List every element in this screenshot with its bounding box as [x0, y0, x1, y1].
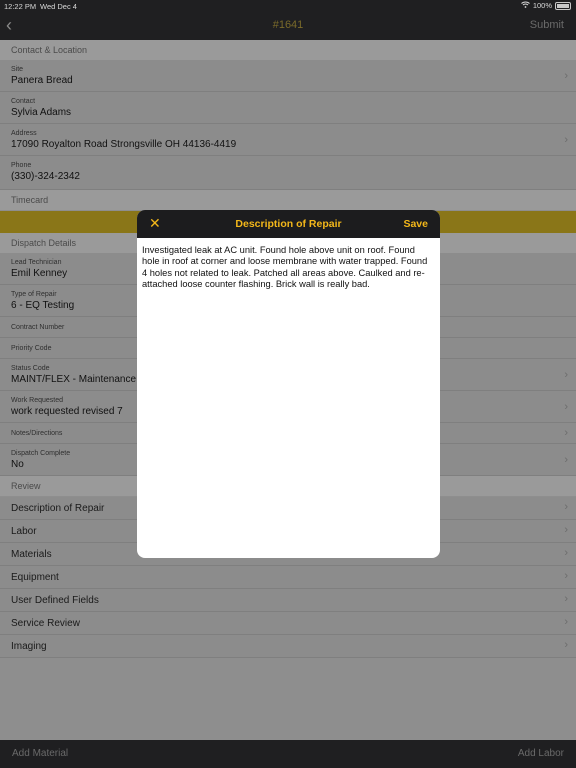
- status-code-value: MAINT/FLEX - Maintenance: [11, 374, 137, 385]
- work-requested-label: Work Requested: [11, 397, 64, 404]
- review-item-label: Service Review: [11, 618, 80, 629]
- section-timecard: Timecard: [0, 190, 576, 210]
- add-labor-button[interactable]: Add Labor: [518, 748, 564, 759]
- dispatch-complete-label: Dispatch Complete: [11, 450, 71, 457]
- review-item-label: User Defined Fields: [11, 595, 99, 606]
- chevron-right-icon: ›: [564, 639, 568, 651]
- row-contact[interactable]: Contact Sylvia Adams: [0, 92, 576, 124]
- contact-label: Contact: [11, 98, 36, 105]
- chevron-right-icon: ›: [564, 454, 568, 466]
- section-title: Timecard: [11, 195, 49, 205]
- review-item-imaging[interactable]: Imaging ›: [0, 635, 576, 658]
- page-title: #1641: [272, 19, 304, 31]
- chevron-right-icon: ›: [564, 134, 568, 146]
- status-right: 100%: [520, 1, 571, 10]
- bottom-toolbar: Add Material Add Labor: [0, 740, 576, 768]
- modal-title: Description of Repair: [235, 218, 342, 230]
- review-item-label: Materials: [11, 549, 52, 560]
- phone-label: Phone: [11, 162, 32, 169]
- chevron-right-icon: ›: [564, 401, 568, 413]
- type-of-repair-label: Type of Repair: [11, 291, 57, 298]
- lead-technician-label: Lead Technician: [11, 259, 62, 266]
- address-value: 17090 Royalton Road Strongsville OH 4413…: [11, 139, 237, 150]
- section-contact-location: Contact & Location: [0, 40, 576, 60]
- section-title: Review: [11, 481, 41, 491]
- chevron-right-icon: ›: [564, 547, 568, 559]
- type-of-repair-value: 6 - EQ Testing: [11, 300, 75, 311]
- chevron-right-icon: ›: [564, 616, 568, 628]
- status-bar: 12:22 PM Wed Dec 4 100%: [0, 0, 576, 12]
- section-title: Dispatch Details: [11, 238, 77, 248]
- nav-bar: ‹ #1641 Submit: [0, 12, 576, 40]
- status-time: 12:22 PM: [4, 2, 37, 11]
- chevron-right-icon: ›: [564, 501, 568, 513]
- site-label: Site: [11, 66, 24, 73]
- add-material-button[interactable]: Add Material: [12, 748, 68, 759]
- battery-icon: [555, 1, 571, 10]
- chevron-right-icon: ›: [564, 524, 568, 536]
- description-text-area[interactable]: Investigated leak at AC unit. Found hole…: [142, 245, 432, 291]
- row-site[interactable]: Site Panera Bread ›: [0, 60, 576, 92]
- chevron-right-icon: ›: [564, 70, 568, 82]
- status-date: Wed Dec 4: [40, 2, 77, 11]
- row-address[interactable]: Address 17090 Royalton Road Strongsville…: [0, 124, 576, 156]
- chevron-right-icon: ›: [564, 369, 568, 381]
- review-item-label: Equipment: [11, 572, 59, 583]
- review-item-label: Description of Repair: [11, 503, 105, 514]
- review-item-label: Imaging: [11, 641, 47, 652]
- review-item-service-review[interactable]: Service Review ›: [0, 612, 576, 635]
- status-code-label: Status Code: [11, 365, 50, 372]
- battery-percent: 100%: [532, 1, 552, 10]
- dispatch-complete-value: No: [11, 459, 24, 470]
- lead-technician-value: Emil Kenney: [11, 268, 68, 279]
- phone-value: (330)-324-2342: [11, 171, 80, 182]
- chevron-right-icon: ›: [564, 570, 568, 582]
- site-value: Panera Bread: [11, 75, 73, 86]
- contract-number-label: Contract Number: [11, 324, 65, 331]
- review-item-label: Labor: [11, 526, 37, 537]
- notes-directions-label: Notes/Directions: [11, 430, 63, 437]
- contact-value: Sylvia Adams: [11, 107, 72, 118]
- address-label: Address: [11, 130, 37, 137]
- save-button[interactable]: Save: [403, 218, 428, 230]
- row-phone[interactable]: Phone (330)-324-2342: [0, 156, 576, 190]
- priority-code-label: Priority Code: [11, 345, 52, 352]
- section-title: Contact & Location: [11, 45, 88, 55]
- chevron-right-icon: ›: [564, 593, 568, 605]
- work-requested-value: work requested revised 7: [11, 406, 123, 417]
- chevron-right-icon: ›: [564, 427, 568, 439]
- review-item-equipment[interactable]: Equipment ›: [0, 566, 576, 589]
- description-modal: ✕ Description of Repair Save Investigate…: [137, 210, 440, 558]
- modal-header: ✕ Description of Repair Save: [137, 210, 440, 238]
- review-item-user-defined-fields[interactable]: User Defined Fields ›: [0, 589, 576, 612]
- wifi-icon: [520, 1, 530, 10]
- submit-button[interactable]: Submit: [530, 19, 564, 31]
